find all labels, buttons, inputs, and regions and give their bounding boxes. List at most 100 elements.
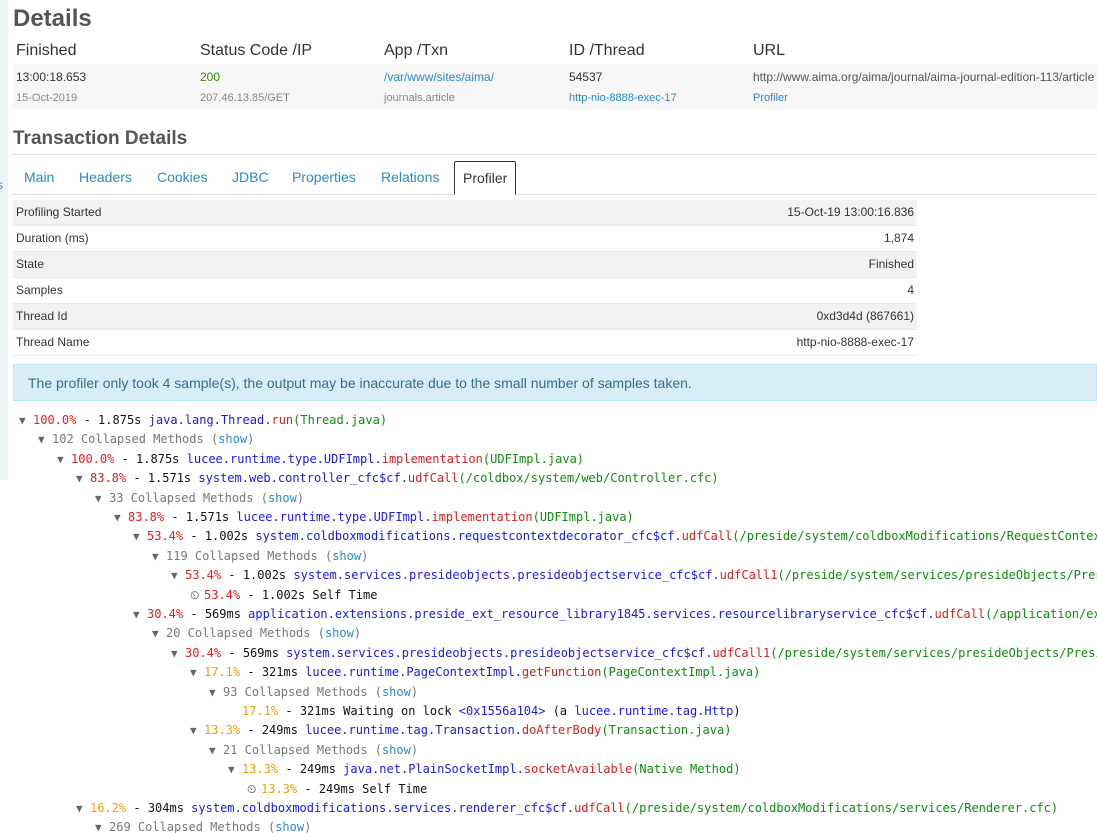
percent-value: 13.3% [261,781,298,796]
lock-label: Waiting on lock [343,704,459,718]
row-value: 1,874 [883,231,914,245]
collapse-toggle-icon[interactable]: ▼ [38,430,52,449]
method-name: socketAvailable [523,762,633,777]
collapsed-methods-label: 20 Collapsed Methods [166,626,318,641]
method-name: getFunction [521,665,602,680]
sample-warning-alert: The profiler only took 4 sample(s), the … [13,364,1097,401]
section-divider [13,154,1097,155]
row-value: 15-Oct-19 13:00:16.836 [787,205,914,219]
percent-value: 30.4% [185,645,222,660]
duration-value: 569ms [204,607,241,621]
details-header-row: Finished Status Code /IP App /Txn ID /Th… [13,38,1097,66]
finished-date: 15-Oct-2019 [16,92,78,104]
row-label: Samples [16,283,63,297]
thread-link[interactable]: http-nio-8888-exec-17 [569,92,677,104]
row-label: Duration (ms) [16,231,89,245]
transaction-details-title: Transaction Details [13,128,188,149]
collapse-toggle-icon[interactable]: ▼ [171,566,185,585]
duration-value: 569ms [242,645,279,660]
tab-relations[interactable]: Relations [381,161,439,193]
show-collapsed-link[interactable]: show [332,549,361,563]
collapse-toggle-icon[interactable]: ▼ [76,469,90,488]
alert-text: The profiler only took 4 sample(s), the … [28,375,692,391]
source-file: (/preside/system/coldboxModifications/se… [624,801,1059,815]
duration-value: 249ms [299,762,336,777]
tree-node: ▼ 30.4% - 569ms system.services.presideob… [171,644,1097,663]
class-name: lucee.runtime.PageContextImpl. [305,665,522,680]
self-time-label: Self Time [362,781,428,796]
collapse-toggle-icon[interactable]: ▼ [19,411,33,430]
app-link[interactable]: /var/www/sites/aima/ [384,70,494,84]
class-name: lucee.runtime.tag.Transaction. [305,723,522,738]
tab-profiler[interactable]: Profiler [454,161,517,195]
collapse-toggle-icon[interactable]: ▼ [133,605,147,624]
tree-node: ▼ 13.3% - 249ms lucee.runtime.tag.Transac… [190,721,731,740]
show-collapsed-link[interactable]: show [382,685,411,699]
collapse-toggle-icon[interactable]: ▼ [95,489,109,508]
collapse-toggle-icon[interactable]: ▼ [114,508,128,527]
duration-value: 1.571s [185,510,230,524]
duration-value: 1.875s [136,451,180,466]
profile-summary-table: Profiling Started 15-Oct-19 13:00:16.836 … [13,200,917,356]
tab-main[interactable]: Main [24,161,54,193]
collapse-toggle-icon[interactable]: ▼ [133,527,147,546]
tab-headers[interactable]: Headers [79,161,132,193]
percent-value: 16.2% [90,801,127,815]
request-url: http://www.aima.org/aima/journal/aima-jo… [753,70,1095,84]
collapse-toggle-icon[interactable]: ▼ [209,741,223,760]
table-row: Thread Name http-nio-8888-exec-17 [13,330,917,356]
separator: - [183,607,205,621]
tab-jdbc[interactable]: JDBC [232,161,269,193]
class-name: system.services.presideobjects.presideob… [293,568,720,583]
paren: ) [247,432,255,447]
collapse-toggle-icon[interactable]: ▼ [171,644,185,663]
status-code: 200 [200,70,221,84]
collapse-toggle-icon[interactable]: ▼ [152,547,166,566]
collapse-toggle-icon[interactable]: ▼ [76,799,90,818]
show-collapsed-link[interactable]: show [268,491,297,505]
collapsed-methods-label: 21 Collapsed Methods [223,742,375,757]
lock-mid: (a [545,704,575,718]
show-collapsed-link[interactable]: show [325,626,354,640]
header-app-txn: App /Txn [384,42,449,59]
tab-cookies[interactable]: Cookies [157,161,208,193]
paren: ) [410,684,419,699]
collapse-toggle-icon[interactable]: ▼ [190,721,204,740]
method-name: implementation [381,451,483,466]
show-collapsed-link[interactable]: show [382,743,411,757]
collapse-toggle-icon[interactable]: ▼ [152,624,166,643]
tab-bar: Main Headers Cookies JDBC Properties Rel… [13,161,1097,195]
collapse-toggle-icon[interactable]: ▼ [209,683,223,702]
tree-node: ▼ 20 Collapsed Methods (show) [152,624,361,643]
url-profiler-link[interactable]: Profiler [753,92,788,104]
collapse-toggle-icon[interactable]: ▼ [190,663,204,682]
class-name: lucee.runtime.type.UDFImpl. [236,510,432,524]
tree-node: ⏲ 53.4% - 1.002s Self Time [190,586,377,605]
row-value: http-nio-8888-exec-17 [796,335,914,349]
source-file: (/coldbox/system/web/Controller.cfc) [458,471,719,486]
tab-properties[interactable]: Properties [292,161,356,193]
paren: ( [374,742,382,757]
source-file: (Native Method) [632,762,741,777]
tree-node: ▼ 53.4% - 1.002s system.coldboxmodificati… [133,527,1097,546]
class-name: application.extensions.preside_ext_resou… [248,607,935,621]
collapse-toggle-icon[interactable]: ▼ [95,818,109,833]
collapse-toggle-icon[interactable]: ▼ [228,760,242,779]
separator: - [240,587,262,602]
left-sidebar-edge: s [0,0,8,480]
class-name: lucee.runtime.tag.Http [574,704,734,718]
collapse-toggle-icon[interactable]: ▼ [57,450,71,469]
tree-node: 17.1% - 321ms Waiting on lock <0x1556a10… [228,702,741,721]
tree-node: ▼ 13.3% - 249ms java.net.PlainSocketImpl.… [228,760,741,779]
separator: - [240,665,262,680]
table-row: State Finished [13,252,917,278]
collapsed-methods-label: 269 Collapsed Methods [109,820,268,833]
sidebar-fragment[interactable]: s [0,178,3,192]
duration-value: 321ms [261,665,298,680]
show-collapsed-link[interactable]: show [218,432,247,446]
source-file: (PageContextImpl.java) [601,665,761,680]
tree-node: ⏲ 13.3% - 249ms Self Time [247,780,427,799]
show-collapsed-link[interactable]: show [275,820,304,833]
